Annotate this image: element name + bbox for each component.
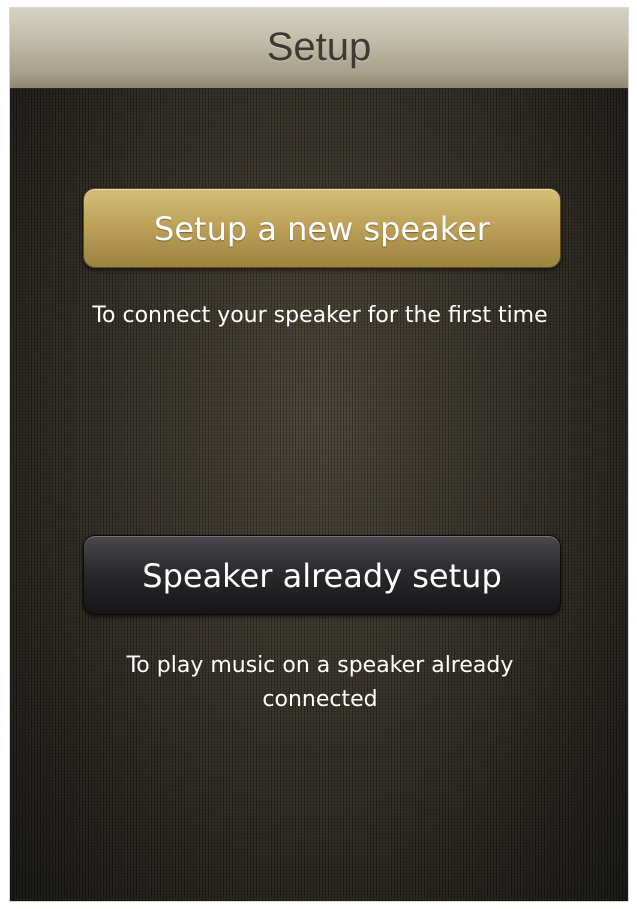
speaker-already-setup-description: To play music on a speaker already conne… <box>126 653 514 712</box>
speaker-already-setup-button[interactable]: Speaker already setup <box>83 535 561 615</box>
navigation-bar: Setup <box>10 8 628 89</box>
page-title: Setup <box>266 25 372 69</box>
setup-new-speaker-description: To connect your speaker for the first ti… <box>92 303 548 328</box>
setup-content: Setup a new speaker To connect your spea… <box>10 89 628 901</box>
app-screen: Setup Setup a new speaker To connect you… <box>10 8 628 901</box>
setup-new-speaker-button[interactable]: Setup a new speaker <box>83 188 561 268</box>
